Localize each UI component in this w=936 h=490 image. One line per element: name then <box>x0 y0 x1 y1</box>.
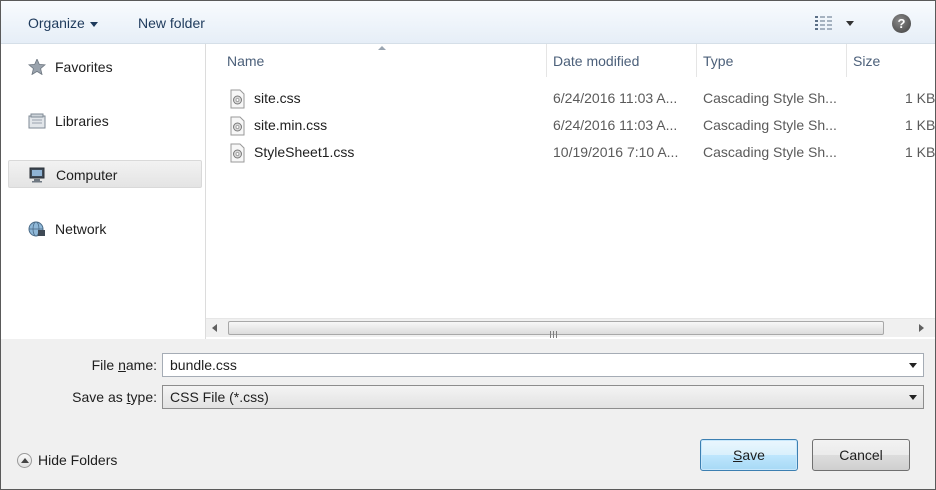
file-date: 6/24/2016 11:03 A... <box>553 117 678 133</box>
nav-item-network[interactable]: Network <box>8 215 202 243</box>
scrollbar-thumb[interactable] <box>228 321 884 338</box>
label-text: ame: <box>125 357 157 373</box>
file-name: site.css <box>254 90 301 106</box>
new-folder-button[interactable]: New folder <box>138 15 205 31</box>
file-row[interactable]: site.css 6/24/2016 11:03 A... Cascading … <box>206 86 935 112</box>
file-date: 6/24/2016 11:03 A... <box>553 90 678 106</box>
file-type: Cascading Style Sh... <box>703 117 837 133</box>
save-as-type-value: CSS File (*.css) <box>170 389 269 405</box>
access-key: n <box>118 357 126 373</box>
access-key: S <box>733 447 743 463</box>
computer-icon <box>29 167 45 183</box>
nav-item-label: Computer <box>56 167 118 183</box>
save-as-type-label: Save as type: <box>51 389 157 405</box>
label-text: Save as <box>72 389 127 405</box>
file-name-input[interactable]: bundle.css <box>170 357 237 373</box>
save-as-type-select[interactable]: CSS File (*.css) <box>162 385 924 409</box>
scroll-left-icon[interactable] <box>212 324 217 332</box>
save-button[interactable]: Save <box>700 439 798 471</box>
toolbar: Organize New folder ? <box>1 1 935 44</box>
file-name: site.min.css <box>254 117 328 133</box>
network-icon <box>28 221 45 237</box>
scroll-right-icon[interactable] <box>919 324 924 332</box>
chevron-down-icon <box>89 21 98 27</box>
column-header-size[interactable]: Size <box>847 44 935 77</box>
nav-item-computer[interactable]: Computer <box>8 160 202 188</box>
file-type: Cascading Style Sh... <box>703 90 837 106</box>
nav-item-label: Favorites <box>55 59 113 75</box>
grip-icon <box>550 325 560 338</box>
column-label: Name <box>227 53 265 69</box>
css-file-icon <box>230 89 245 109</box>
libraries-icon <box>28 113 46 129</box>
collapse-icon <box>17 453 32 468</box>
organize-label: Organize <box>28 15 85 31</box>
organize-button[interactable]: Organize <box>28 15 98 31</box>
file-list: Name Date modified Type Size site.css 6/… <box>206 44 935 339</box>
cancel-button[interactable]: Cancel <box>812 439 910 471</box>
chevron-down-icon[interactable] <box>909 395 917 400</box>
file-size: 1 KB <box>905 90 935 106</box>
nav-item-libraries[interactable]: Libraries <box>8 107 202 135</box>
file-name-label: File name: <box>81 357 157 373</box>
column-label: Size <box>853 53 881 69</box>
label-text: ype: <box>130 389 157 405</box>
column-header-date[interactable]: Date modified <box>547 44 696 77</box>
nav-item-favorites[interactable]: Favorites <box>8 53 202 81</box>
column-label: Type <box>703 53 734 69</box>
horizontal-scrollbar[interactable] <box>206 318 935 338</box>
file-size: 1 KB <box>905 117 935 133</box>
file-size: 1 KB <box>905 144 935 160</box>
css-file-icon <box>230 116 245 136</box>
label-text: File <box>91 357 119 373</box>
file-row[interactable]: site.min.css 6/24/2016 11:03 A... Cascad… <box>206 113 935 139</box>
save-as-dialog: Organize New folder ? Favorites Librarie… <box>0 0 936 490</box>
nav-item-label: Network <box>55 221 107 237</box>
file-row[interactable]: StyleSheet1.css 10/19/2016 7:10 A... Cas… <box>206 140 935 166</box>
navigation-pane: Favorites Libraries Computer Network <box>1 44 206 339</box>
file-name-combobox[interactable]: bundle.css <box>162 353 924 377</box>
column-label: Date modified <box>553 53 640 69</box>
details-view-icon[interactable] <box>815 16 833 30</box>
chevron-down-icon[interactable] <box>909 363 917 368</box>
button-label: ave <box>742 447 765 463</box>
file-type: Cascading Style Sh... <box>703 144 837 160</box>
star-icon <box>28 59 46 75</box>
file-date: 10/19/2016 7:10 A... <box>553 144 679 160</box>
views-dropdown-icon[interactable] <box>846 21 854 26</box>
column-header-name[interactable]: Name <box>206 44 546 77</box>
css-file-icon <box>230 143 245 163</box>
help-icon[interactable]: ? <box>892 14 911 33</box>
file-name: StyleSheet1.css <box>254 144 355 160</box>
hide-folders-label: Hide Folders <box>38 452 118 468</box>
column-header-type[interactable]: Type <box>697 44 846 77</box>
nav-item-label: Libraries <box>55 113 109 129</box>
